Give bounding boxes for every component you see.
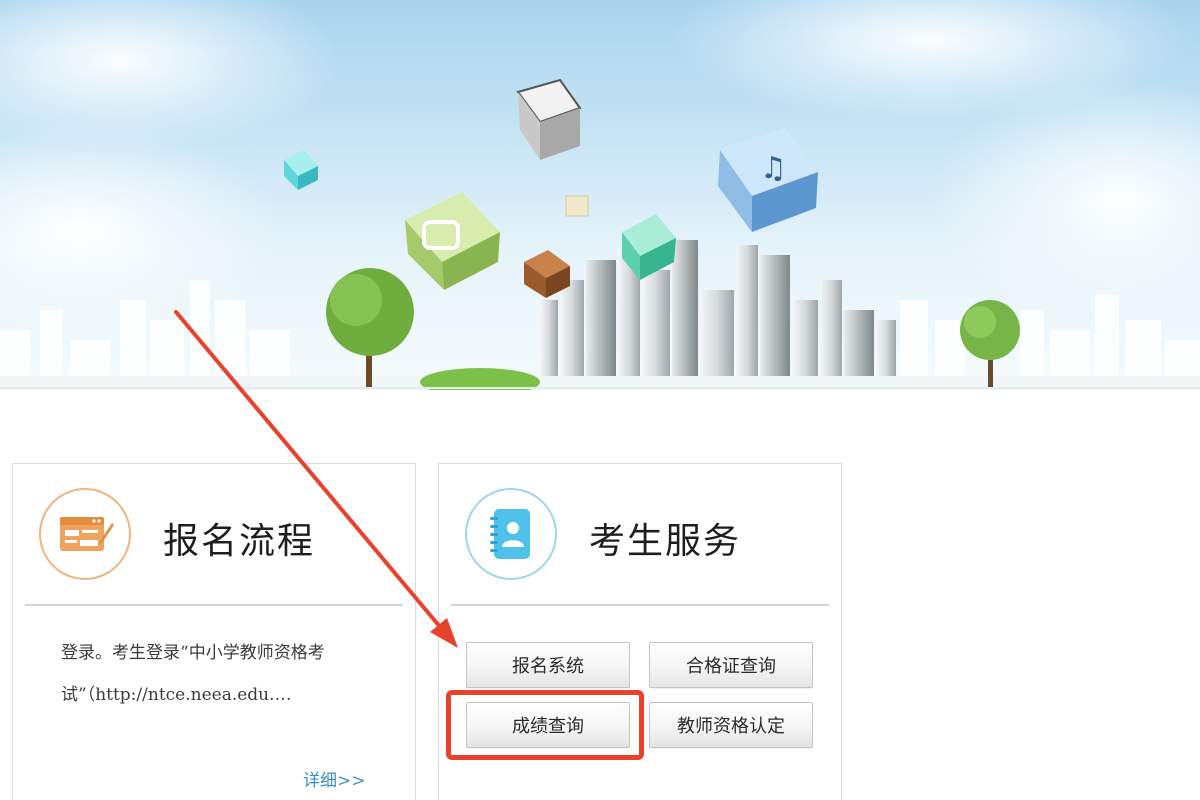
floating-cube-piano — [516, 78, 582, 160]
floating-cube-small-beige — [565, 195, 589, 217]
registration-icon-circle — [39, 488, 131, 580]
form-edit-icon — [60, 517, 114, 551]
score-query-button[interactable]: 成绩查询 — [466, 702, 630, 748]
services-card: 考生服务 报名系统 合格证查询 成绩查询 教师资格认定 — [438, 463, 842, 800]
floating-cube-music: ♫ — [718, 128, 818, 232]
banner-illustration: ♫ — [0, 0, 1200, 390]
tree-left — [326, 268, 414, 388]
registration-card: 报名流程 登录。考生登录“中小学教师资格考试”（http://ntce.neea… — [12, 463, 416, 800]
contact-book-icon — [490, 509, 530, 559]
hero-banner: ♫ — [0, 0, 1200, 390]
services-title: 考生服务 — [589, 521, 742, 562]
floating-cube-chat — [405, 192, 500, 290]
tree-right — [960, 300, 1020, 388]
svg-text:♫: ♫ — [760, 151, 787, 186]
registration-system-button[interactable]: 报名系统 — [466, 642, 630, 688]
city-skyline — [540, 240, 896, 390]
registration-title: 报名流程 — [163, 521, 316, 562]
registration-description: 登录。考生登录“中小学教师资格考试”（http://ntce.neea.edu.… — [61, 643, 325, 705]
certificate-query-button[interactable]: 合格证查询 — [649, 642, 813, 688]
floating-cube-small-teal — [284, 150, 318, 190]
card-separator — [451, 604, 829, 606]
teacher-qualification-button[interactable]: 教师资格认定 — [649, 702, 813, 748]
card-separator — [25, 604, 403, 606]
banner-divider — [0, 387, 1200, 389]
services-icon-circle — [465, 488, 557, 580]
registration-more-link[interactable]: 详细>> — [303, 766, 366, 791]
